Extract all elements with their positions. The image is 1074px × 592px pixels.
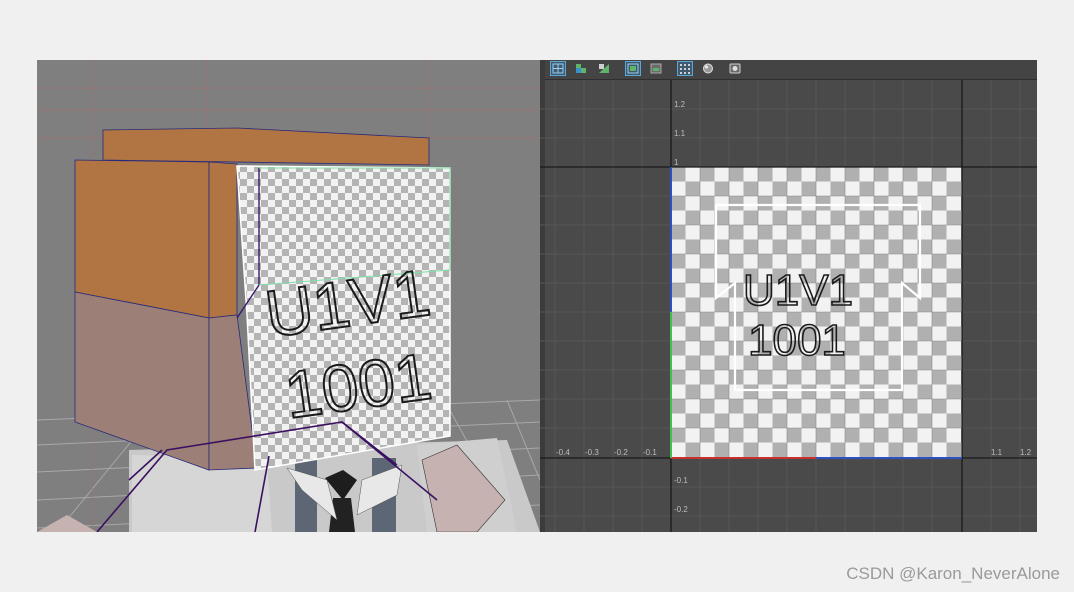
checker-split-icon[interactable] xyxy=(596,61,612,76)
uv-grid-canvas[interactable]: U1V1 1001 1.2 1.1 1 -0.1 -0.2 -0.4 -0.3 … xyxy=(540,80,1037,532)
3d-viewport[interactable]: U1V1 1001 xyxy=(37,60,540,532)
v-tick-1.1: 1.1 xyxy=(674,129,686,138)
snapshot-icon[interactable] xyxy=(727,61,743,76)
u-tick-neg0.1: -0.1 xyxy=(643,448,657,457)
u-tick-neg0.4: -0.4 xyxy=(556,448,570,457)
shading-sphere-icon[interactable] xyxy=(700,61,716,76)
u-tick-neg0.3: -0.3 xyxy=(585,448,599,457)
u-tick-1.2: 1.2 xyxy=(1020,448,1032,457)
uv-editor-toolbar xyxy=(545,60,1037,80)
watermark: CSDN @Karon_NeverAlone xyxy=(846,564,1060,583)
tile-grid-icon[interactable] xyxy=(677,61,693,76)
uv-label-u1v1: U1V1 xyxy=(743,266,853,315)
v-tick-1: 1 xyxy=(674,158,679,167)
uv-label-1001: 1001 xyxy=(748,316,846,365)
uv-texture-label: U1V1 1001 xyxy=(742,265,854,366)
v-tick-neg0.2: -0.2 xyxy=(674,505,688,514)
texture-icon[interactable] xyxy=(648,61,664,76)
frame-icon[interactable] xyxy=(625,61,641,76)
uv-editor-panel[interactable]: U1V1 1001 1.2 1.1 1 -0.1 -0.2 -0.4 -0.3 … xyxy=(540,60,1037,532)
grid-view-icon[interactable] xyxy=(550,61,566,76)
u-tick-neg0.2: -0.2 xyxy=(614,448,628,457)
u-tick-1.1: 1.1 xyxy=(991,448,1003,457)
uv-shell-icon[interactable] xyxy=(573,61,589,76)
viewport-scene: U1V1 1001 xyxy=(37,60,540,532)
v-tick-neg0.1: -0.1 xyxy=(674,476,688,485)
v-tick-1.2: 1.2 xyxy=(674,100,686,109)
